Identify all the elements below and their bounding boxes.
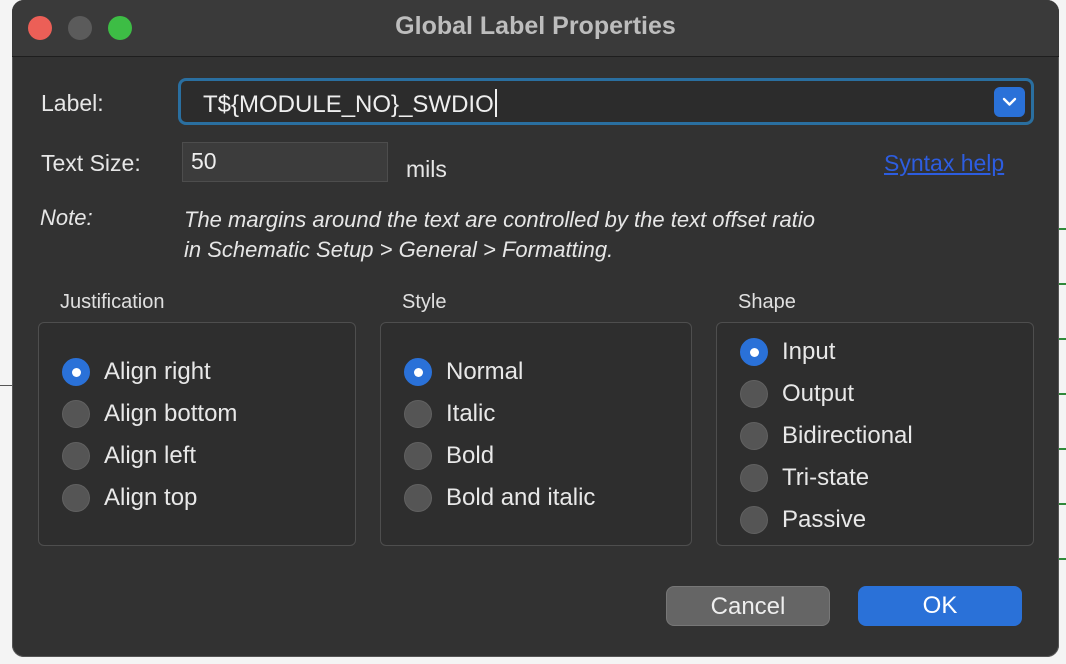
chevron-down-icon xyxy=(1002,97,1017,106)
radio-shape-output[interactable]: Output xyxy=(740,379,854,409)
background-wire xyxy=(0,385,12,386)
radio-align-right[interactable]: Align right xyxy=(62,357,211,387)
radio-label: Bidirectional xyxy=(782,422,913,449)
radio-label: Bold and italic xyxy=(446,484,596,511)
background-wire xyxy=(1059,338,1066,340)
shape-title: Shape xyxy=(738,291,796,313)
radio-label: Italic xyxy=(446,400,496,427)
radio-style-bold-italic[interactable]: Bold and italic xyxy=(404,483,595,513)
label-caption: Label: xyxy=(41,90,104,116)
radio-label: Align top xyxy=(104,484,198,511)
radio-label: Align left xyxy=(104,442,197,469)
radio-style-italic[interactable]: Italic xyxy=(404,399,495,429)
note-text: The margins around the text are controll… xyxy=(184,205,815,265)
radio-label: Output xyxy=(782,380,855,407)
cancel-button[interactable]: Cancel xyxy=(666,586,830,626)
radio-button-checked[interactable] xyxy=(740,338,768,366)
background-wire xyxy=(1059,503,1066,505)
radio-align-top[interactable]: Align top xyxy=(62,483,197,513)
radio-align-bottom[interactable]: Align bottom xyxy=(62,399,237,429)
radio-button-checked[interactable] xyxy=(404,358,432,386)
radio-shape-passive[interactable]: Passive xyxy=(740,505,866,535)
radio-shape-bidirectional[interactable]: Bidirectional xyxy=(740,421,913,451)
text-size-caption: Text Size: xyxy=(41,150,141,176)
radio-button[interactable] xyxy=(740,380,768,408)
label-combobox[interactable]: T${MODULE_NO}_SWDIO xyxy=(178,78,1034,125)
radio-button[interactable] xyxy=(62,442,90,470)
note-line-1: The margins around the text are controll… xyxy=(184,207,816,232)
radio-align-left[interactable]: Align left xyxy=(62,441,196,471)
background-wire xyxy=(1059,283,1066,285)
title-bar[interactable]: Global Label Properties xyxy=(12,0,1059,57)
radio-button[interactable] xyxy=(740,464,768,492)
label-dropdown-button[interactable] xyxy=(994,87,1025,117)
window-title: Global Label Properties xyxy=(395,12,676,40)
radio-label: Normal xyxy=(446,358,524,385)
ok-button[interactable]: OK xyxy=(858,586,1022,626)
background-wire xyxy=(1059,228,1066,230)
radio-label: Bold xyxy=(446,442,495,469)
radio-label: Tri-state xyxy=(782,464,870,491)
label-value: T${MODULE_NO}_SWDIO xyxy=(203,91,494,118)
radio-button[interactable] xyxy=(404,442,432,470)
radio-button[interactable] xyxy=(62,400,90,428)
radio-button[interactable] xyxy=(404,400,432,428)
radio-style-normal[interactable]: Normal xyxy=(404,357,523,387)
radio-label: Passive xyxy=(782,506,867,533)
radio-label: Input xyxy=(782,338,836,365)
radio-button[interactable] xyxy=(62,484,90,512)
syntax-help-link[interactable]: Syntax help xyxy=(884,150,1004,177)
background-wire xyxy=(1059,448,1066,450)
global-label-dialog: Global Label Properties Label: T${MODULE… xyxy=(12,0,1059,657)
text-size-input[interactable]: 50 xyxy=(182,142,388,182)
text-size-unit: mils xyxy=(406,156,447,182)
background-wire xyxy=(1059,558,1066,560)
radio-button[interactable] xyxy=(404,484,432,512)
radio-label: Align right xyxy=(104,358,211,385)
background-wire xyxy=(1059,393,1066,395)
note-line-2: in Schematic Setup > General > Formattin… xyxy=(184,237,614,262)
style-title: Style xyxy=(402,291,447,313)
radio-style-bold[interactable]: Bold xyxy=(404,441,494,471)
radio-label: Align bottom xyxy=(104,400,238,427)
radio-button-checked[interactable] xyxy=(62,358,90,386)
radio-button[interactable] xyxy=(740,422,768,450)
radio-shape-input[interactable]: Input xyxy=(740,337,835,367)
text-caret xyxy=(494,89,497,117)
radio-button[interactable] xyxy=(740,506,768,534)
label-input[interactable]: T${MODULE_NO}_SWDIO xyxy=(203,89,497,119)
justification-title: Justification xyxy=(60,291,165,313)
radio-shape-tristate[interactable]: Tri-state xyxy=(740,463,869,493)
note-caption: Note: xyxy=(40,205,93,230)
